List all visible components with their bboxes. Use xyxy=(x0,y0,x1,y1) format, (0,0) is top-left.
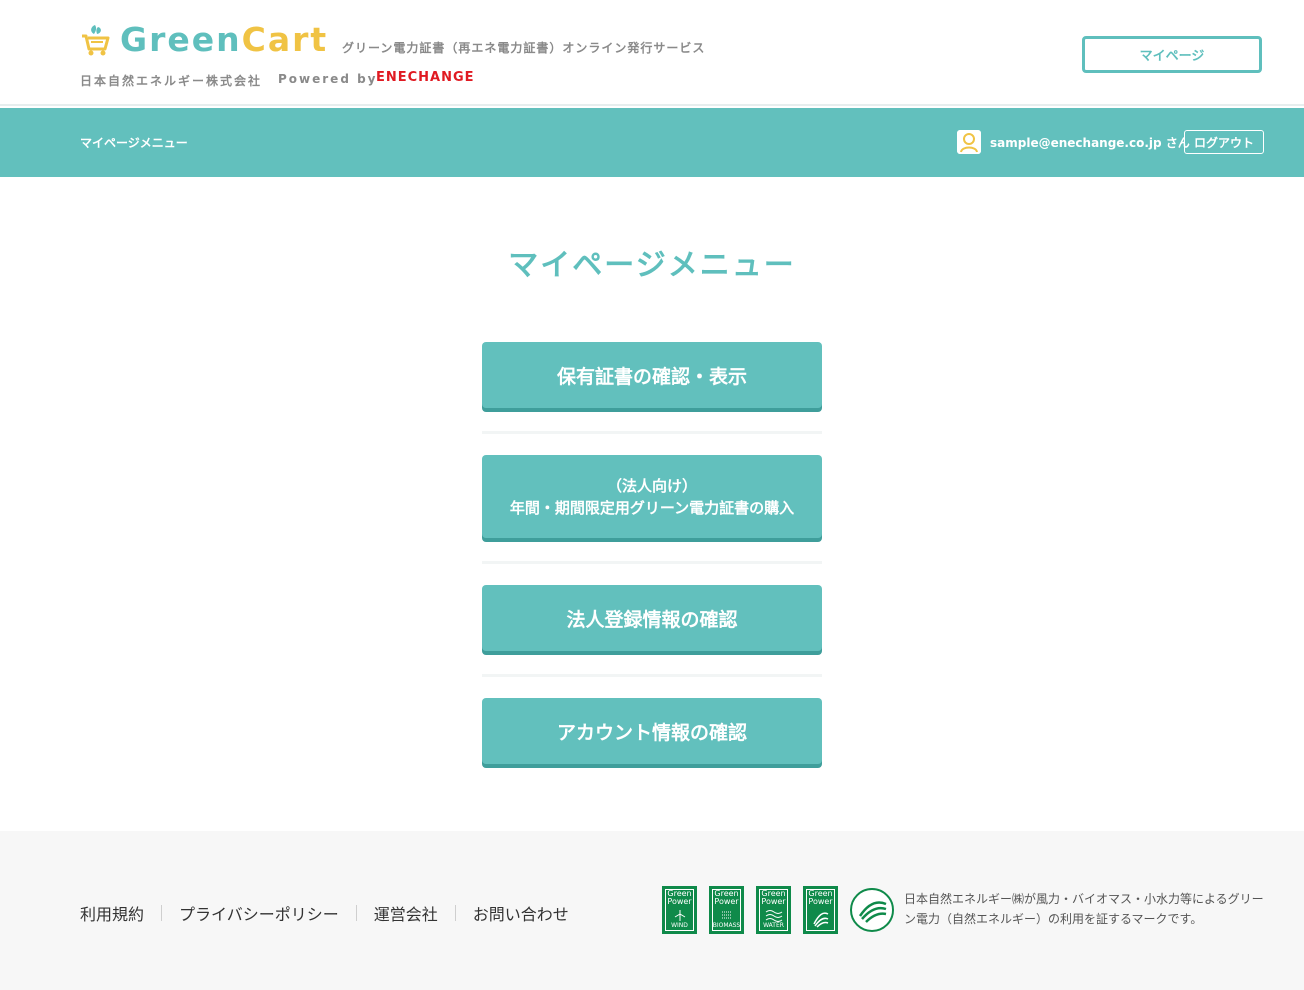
shopping-cart-icon xyxy=(82,25,110,56)
company-link[interactable]: 運営会社 xyxy=(374,901,438,925)
menu-divider xyxy=(482,561,822,564)
button-label: 保有証書の確認・表示 xyxy=(556,365,747,388)
green-power-circle-icon xyxy=(858,901,887,923)
greencart-logo[interactable]: GreenCart xyxy=(80,22,328,58)
mypage-button[interactable]: マイページ xyxy=(1082,36,1262,73)
green-power-mark: Green Power xyxy=(803,886,838,934)
navbar-title: マイページメニュー xyxy=(80,136,188,150)
logout-button[interactable]: ログアウト xyxy=(1184,130,1264,154)
mypage-navbar: マイページメニュー sample@enechange.co.jp さん ログアウ… xyxy=(0,108,1304,177)
user-email: sample@enechange.co.jp さん xyxy=(990,136,1190,150)
terms-link[interactable]: 利用規約 xyxy=(80,901,144,925)
green-power-biomass-mark: Green Power BIOMASS xyxy=(709,886,744,934)
corporate-info-button[interactable]: 法人登録情報の確認 xyxy=(482,585,822,651)
service-tagline: グリーン電力証書（再エネ電力証書）オンライン発行サービス xyxy=(342,41,706,55)
green-power-marks: Green Power WIND Green Power BIOMASS Gre… xyxy=(662,886,894,934)
water-wave-icon xyxy=(765,910,783,922)
green-power-round-logo xyxy=(850,888,894,932)
link-separator xyxy=(161,905,163,921)
logo-green-text: Green xyxy=(120,20,242,59)
button-label-line1: （法人向け） xyxy=(606,476,697,495)
site-footer: 利用規約 プライバシーポリシー 運営会社 お問い合わせ Green Power … xyxy=(0,831,1304,990)
account-info-button[interactable]: アカウント情報の確認 xyxy=(482,698,822,764)
enechange-logo: ENECHANGE xyxy=(376,70,475,85)
footer-links: 利用規約 プライバシーポリシー 運営会社 お問い合わせ xyxy=(80,901,569,925)
link-separator xyxy=(355,905,357,921)
site-header: GreenCart グリーン電力証書（再エネ電力証書）オンライン発行サービス 日… xyxy=(0,0,1304,106)
wind-turbine-icon xyxy=(674,910,686,921)
page-title: マイページメニュー xyxy=(508,248,796,283)
company-name: 日本自然エネルギー株式会社 xyxy=(80,74,263,88)
button-label: 法人登録情報の確認 xyxy=(566,608,738,631)
contact-link[interactable]: お問い合わせ xyxy=(473,901,569,925)
green-power-wind-mark: Green Power WIND xyxy=(662,886,697,934)
menu-divider xyxy=(482,431,822,434)
green-power-note: 日本自然エネルギー㈱が風力・バイオマス・小水力等によるグリーン電力（自然エネルギ… xyxy=(904,892,1264,926)
purchase-certificates-button[interactable]: （法人向け） 年間・期間限定用グリーン電力証書の購入 xyxy=(482,455,822,538)
link-separator xyxy=(454,905,456,921)
logo-wordmark: GreenCart xyxy=(120,22,328,58)
logo-cart-text: Cart xyxy=(241,20,329,59)
biomass-icon xyxy=(722,911,732,919)
button-label: アカウント情報の確認 xyxy=(556,721,747,744)
green-power-swirl-icon xyxy=(813,912,829,928)
button-label-line2: 年間・期間限定用グリーン電力証書の購入 xyxy=(509,498,795,517)
green-power-water-mark: Green Power WATER xyxy=(756,886,791,934)
view-certificates-button[interactable]: 保有証書の確認・表示 xyxy=(482,342,822,408)
powered-by-label: Powered by xyxy=(278,72,378,86)
privacy-policy-link[interactable]: プライバシーポリシー xyxy=(179,901,339,925)
menu-divider xyxy=(482,674,822,677)
user-icon xyxy=(957,130,981,154)
